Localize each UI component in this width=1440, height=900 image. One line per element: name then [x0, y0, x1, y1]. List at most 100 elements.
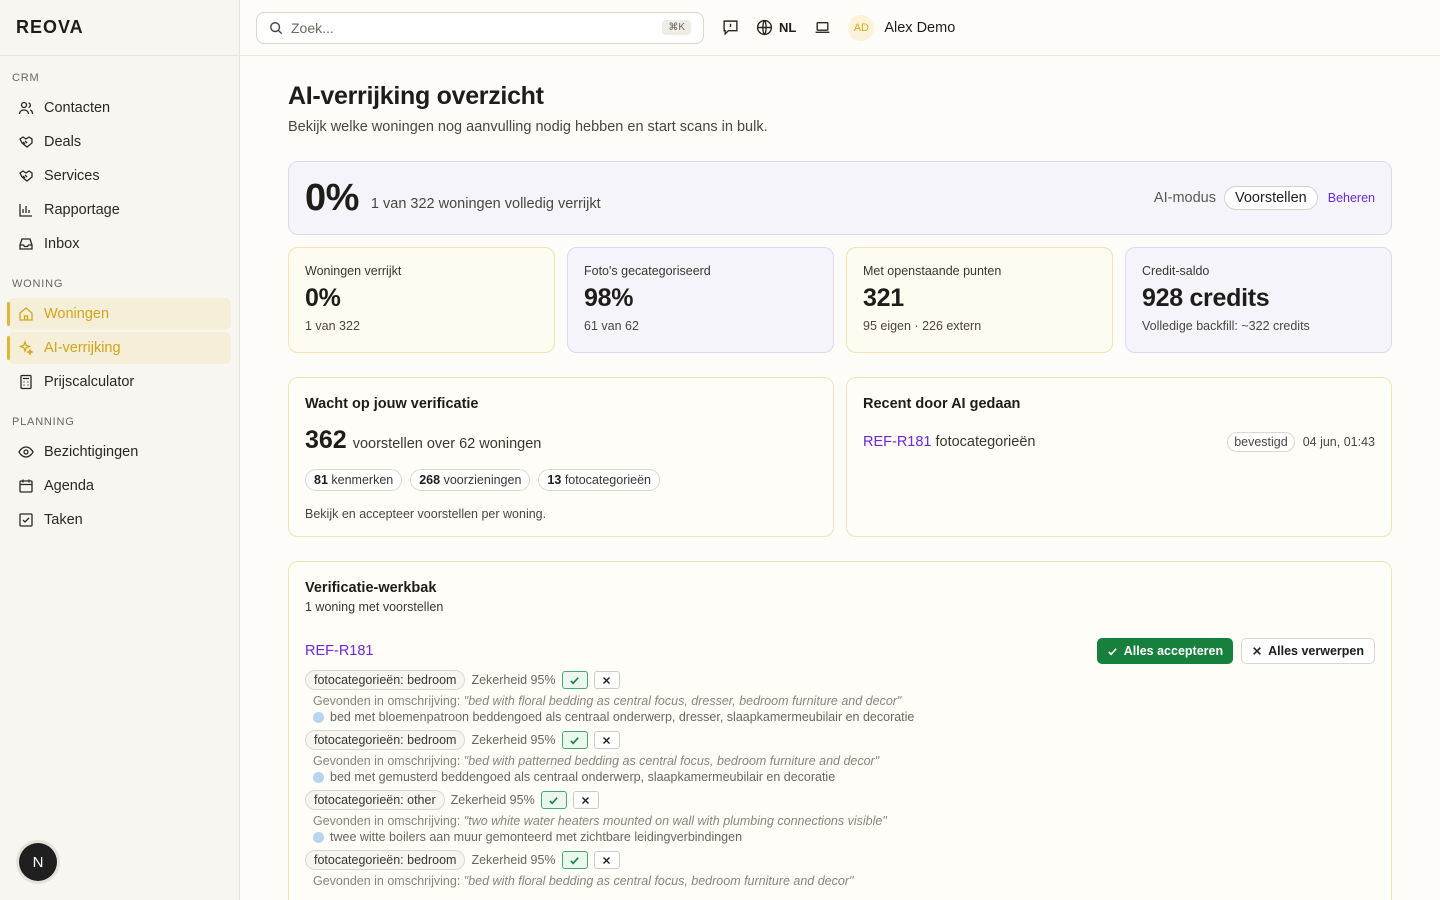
handshake-icon	[19, 136, 33, 148]
globe-icon	[313, 771, 324, 783]
globe-icon	[313, 831, 324, 843]
stat-card-open-items: Met openstaande punten 321 95 eigen · 22…	[846, 247, 1113, 353]
suggestion-header: fotocategorieën: other Zekerheid 95%	[305, 790, 1375, 810]
reject-all-button[interactable]: Alles verwerpen	[1241, 638, 1375, 664]
suggestion-item: fotocategorieën: bedroom Zekerheid 95% G…	[305, 670, 1375, 724]
recent-item-meta: bevestigd 04 jun, 01:43	[1227, 432, 1375, 452]
accept-all-label: Alles accepteren	[1123, 644, 1224, 658]
accept-all-button[interactable]: Alles accepteren	[1096, 638, 1234, 664]
found-in-description: Gevonden in omschrijving: "bed with patt…	[305, 754, 1375, 768]
close-icon	[603, 856, 611, 864]
accept-suggestion-button[interactable]	[561, 851, 588, 869]
stats-row: Woningen verrijkt 0% 1 van 322 Foto's ge…	[288, 247, 1392, 353]
timestamp: 04 jun, 01:43	[1302, 435, 1375, 449]
confidence-label: Zekerheid 95%	[471, 853, 556, 867]
sidebar-item-label: Taken	[44, 512, 83, 528]
chip-voorzieningen[interactable]: 268 voorzieningen	[410, 469, 531, 491]
status-badge: bevestigd	[1227, 432, 1295, 452]
calendar-icon	[19, 479, 33, 493]
close-icon	[603, 736, 611, 744]
verification-waiting-panel: Wacht op jouw verificatie 362 voorstelle…	[288, 377, 834, 537]
waiting-count: 362	[305, 426, 347, 454]
nav-section-woning: WONING Woningen AI-verrijking Prijscalcu…	[0, 262, 239, 398]
search-box[interactable]: ⌘K	[256, 11, 704, 44]
accept-suggestion-button[interactable]	[561, 671, 588, 689]
manage-link[interactable]: Beheren	[1328, 191, 1375, 205]
reject-suggestion-button[interactable]	[593, 731, 620, 749]
recent-item: REF-R181 fotocategorieën bevestigd 04 ju…	[863, 432, 1375, 452]
sidebar-item-deals[interactable]: Deals	[8, 126, 231, 158]
recent-item-text: fotocategorieën	[935, 434, 1036, 450]
check-icon	[570, 736, 579, 744]
reject-suggestion-button[interactable]	[593, 851, 620, 869]
translation-text: twee witte boilers aan muur gemonteerd m…	[330, 830, 743, 844]
user-menu[interactable]: AD Alex Demo	[848, 14, 955, 41]
sidebar-item-ai-verrijking[interactable]: AI-verrijking	[7, 332, 231, 364]
translation-text: bed met gemusterd beddengoed als centraa…	[330, 770, 836, 784]
check-icon	[570, 676, 579, 684]
close-icon	[603, 676, 611, 684]
chip-label: kenmerken	[331, 473, 394, 487]
sidebar-item-label: Contacten	[44, 100, 111, 116]
reject-suggestion-button[interactable]	[593, 671, 620, 689]
chip-count: 13	[547, 473, 562, 487]
found-quote: "bed with floral bedding as central focu…	[463, 694, 902, 708]
sidebar-item-taken[interactable]: Taken	[8, 504, 231, 536]
users-icon	[18, 101, 34, 115]
chip-fotocategorieen[interactable]: 13 fotocategorieën	[538, 469, 660, 491]
suggestion-tag: fotocategorieën: bedroom	[305, 850, 466, 870]
nav-heading-crm: CRM	[12, 72, 40, 84]
confidence-label: Zekerheid 95%	[471, 733, 556, 747]
found-prefix: Gevonden in omschrijving:	[313, 754, 461, 768]
chip-count: 268	[419, 473, 441, 487]
check-square-icon	[19, 513, 33, 527]
translation-line: twee witte boilers aan muur gemonteerd m…	[305, 830, 1375, 844]
reject-all-label: Alles verwerpen	[1268, 644, 1364, 658]
stat-sub: 1 van 322	[305, 319, 360, 333]
search-input[interactable]	[291, 19, 655, 36]
sidebar-item-woningen[interactable]: Woningen	[7, 298, 231, 330]
brand-logo[interactable]: REOVA	[0, 0, 239, 56]
device-button[interactable]	[810, 16, 834, 40]
sidebar-item-services[interactable]: Services	[8, 160, 231, 192]
sidebar-item-rapportage[interactable]: Rapportage	[8, 194, 231, 226]
feedback-button[interactable]	[718, 16, 742, 40]
sidebar: REOVA CRM Contacten Deals Services Rappo…	[0, 0, 240, 900]
sidebar-item-contacten[interactable]: Contacten	[8, 92, 231, 124]
sidebar-item-bezichtigingen[interactable]: Bezichtigingen	[8, 436, 231, 468]
confidence-label: Zekerheid 95%	[450, 793, 535, 807]
chip-label: voorzieningen	[443, 473, 522, 487]
reject-suggestion-button[interactable]	[572, 791, 599, 809]
language-switcher[interactable]: NL	[756, 19, 796, 36]
enrichment-progress-card: 0% 1 van 322 woningen volledig verrijkt …	[288, 161, 1392, 235]
stat-label: Foto's gecategoriseerd	[584, 264, 711, 278]
suggestion-header: fotocategorieën: bedroom Zekerheid 95%	[305, 730, 1375, 750]
panels-row: Wacht op jouw verificatie 362 voorstelle…	[288, 377, 1392, 537]
stat-card-photos: Foto's gecategoriseerd 98% 61 van 62	[567, 247, 834, 353]
check-icon	[570, 856, 579, 864]
recent-ai-panel: Recent door AI gedaan REF-R181 fotocateg…	[846, 377, 1392, 537]
stat-label: Credit-saldo	[1142, 264, 1210, 278]
chip-kenmerken[interactable]: 81 kenmerken	[305, 469, 403, 491]
suggestion-header: fotocategorieën: bedroom Zekerheid 95%	[305, 850, 1375, 870]
workspace-avatar[interactable]: N	[19, 843, 57, 881]
progress-description: 1 van 322 woningen volledig verrijkt	[370, 196, 601, 212]
accept-suggestion-button[interactable]	[561, 731, 588, 749]
sidebar-item-label: Agenda	[44, 478, 94, 494]
nav-section-planning: PLANNING Bezichtigingen Agenda Taken	[0, 400, 239, 536]
property-ref-link[interactable]: REF-R181	[305, 643, 374, 659]
suggestion-item: fotocategorieën: bedroom Zekerheid 95% G…	[305, 850, 1375, 888]
chip-label: fotocategorieën	[564, 473, 651, 487]
verification-workbench: Verificatie-werkbak 1 woning met voorste…	[288, 561, 1392, 900]
sidebar-item-agenda[interactable]: Agenda	[8, 470, 231, 502]
sidebar-item-prijscalculator[interactable]: Prijscalculator	[8, 366, 231, 398]
accept-suggestion-button[interactable]	[540, 791, 567, 809]
ai-mode-select[interactable]: Voorstellen	[1223, 186, 1318, 210]
recent-ref-link[interactable]: REF-R181	[863, 434, 932, 450]
stat-label: Met openstaande punten	[863, 264, 1002, 278]
sidebar-item-inbox[interactable]: Inbox	[8, 228, 231, 260]
chip-count: 81	[314, 473, 328, 487]
stat-value: 98%	[584, 284, 634, 312]
sidebar-item-label: AI-verrijking	[44, 340, 121, 356]
stat-value: 321	[863, 284, 904, 312]
